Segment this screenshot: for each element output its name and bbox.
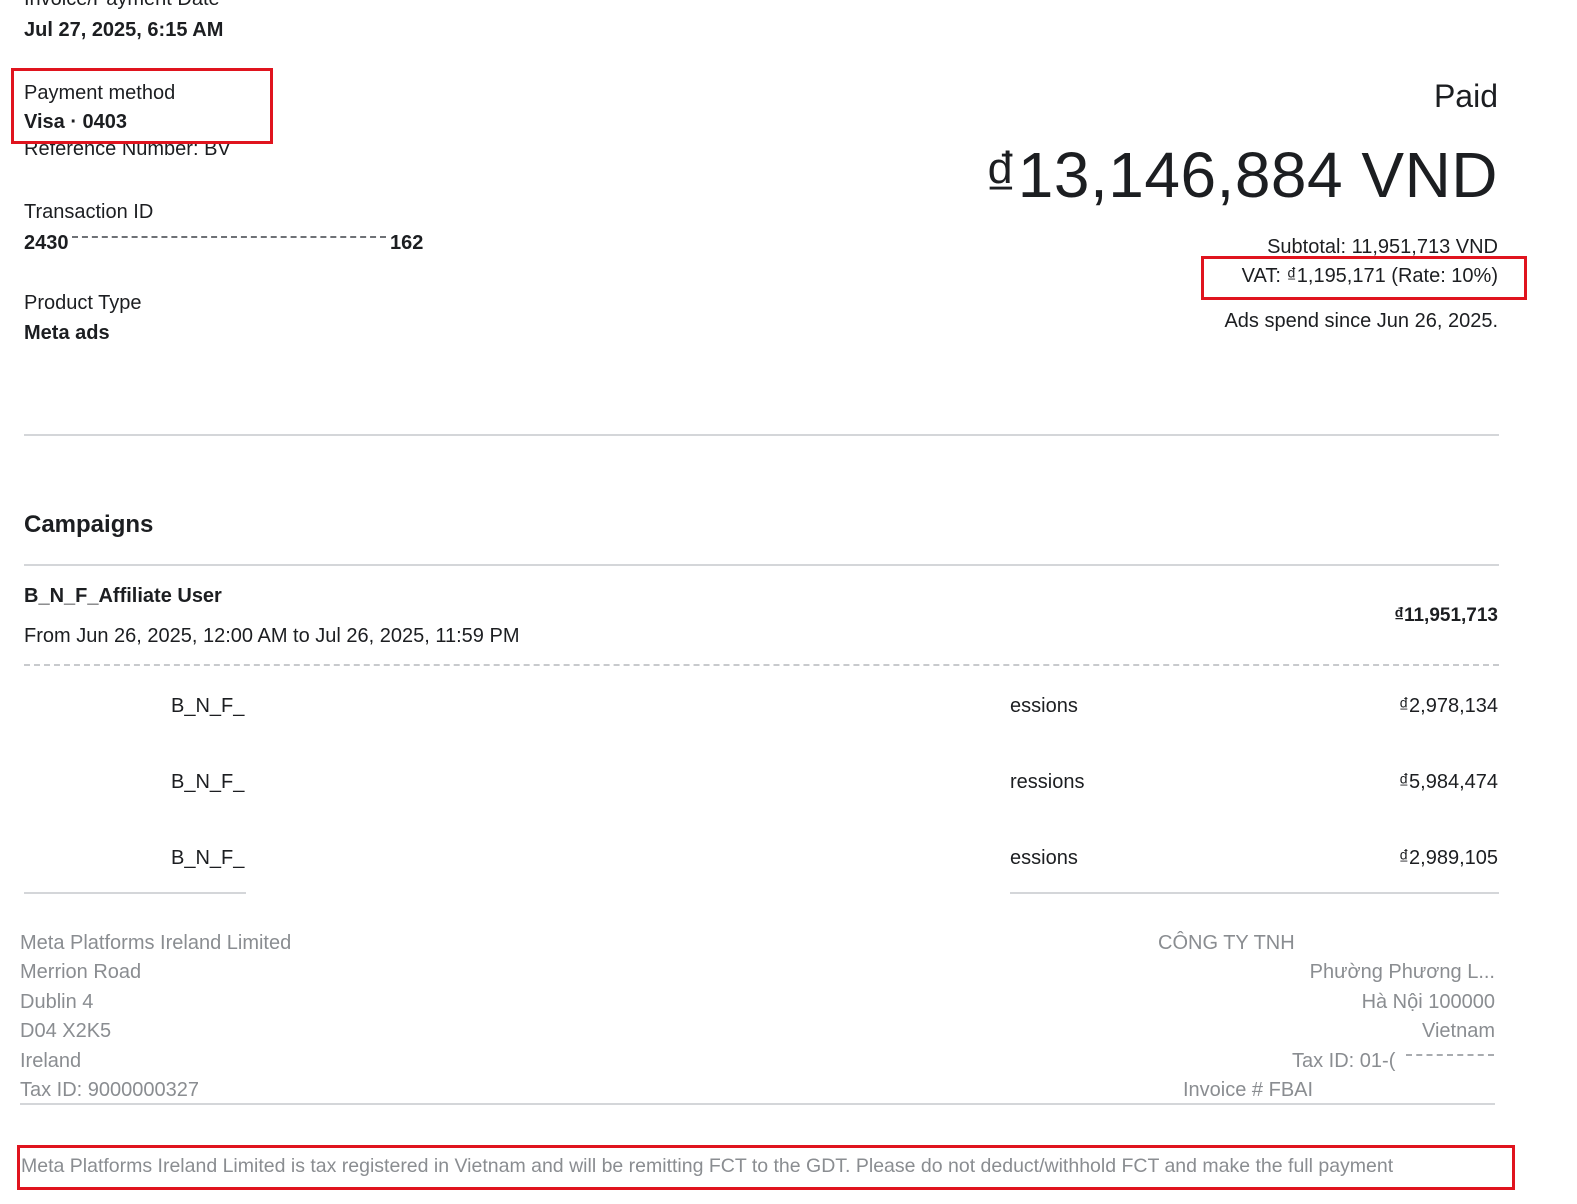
footer-divider — [20, 1103, 1495, 1105]
highlight-box-notice — [17, 1145, 1515, 1190]
ad-set-name: B_N_F_ — [171, 771, 245, 793]
highlight-box-payment-method — [11, 68, 273, 144]
campaign-name: B_N_F_Affiliate User — [24, 585, 222, 607]
campaigns-divider — [24, 564, 1499, 566]
ad-set-name: B_N_F_ — [171, 847, 245, 869]
campaign-period: From Jun 26, 2025, 12:00 AM to Jul 26, 2… — [24, 625, 520, 647]
ads-spend-note: Ads spend since Jun 26, 2025. — [1224, 310, 1498, 332]
buyer-line: Vietnam — [1421, 1020, 1495, 1042]
buyer-line: Tax ID: 01-( — [1292, 1050, 1396, 1072]
buyer-line: Phường Phương L... — [1309, 961, 1495, 983]
transaction-id-end: 162 — [390, 232, 424, 254]
reference-number: Reference Number: BV — [24, 141, 231, 161]
buyer-tax-redacted — [1406, 1054, 1494, 1056]
highlight-box-vat — [1201, 256, 1527, 300]
payment-status: Paid — [1433, 78, 1498, 114]
ad-set-amount: ₫5,984,474 — [1398, 771, 1498, 793]
section-divider — [24, 434, 1499, 436]
seller-line: Dublin 4 — [20, 991, 94, 1013]
product-type-value: Meta ads — [24, 322, 110, 344]
transaction-id-label: Transaction ID — [24, 201, 154, 223]
seller-line: Ireland — [20, 1050, 82, 1072]
ad-set-metric: ressions — [1010, 771, 1085, 793]
total-amount: ₫13,146,884 VND — [984, 139, 1498, 211]
rows-divider-right — [1010, 892, 1499, 894]
ad-set-metric: essions — [1010, 695, 1078, 717]
product-type-label: Product Type — [24, 292, 142, 314]
seller-line: Tax ID: 9000000327 — [20, 1079, 200, 1101]
ad-set-amount: ₫2,989,105 — [1398, 847, 1498, 869]
campaign-total: ₫11,951,713 — [1394, 605, 1498, 626]
subtotal: Subtotal: 11,951,713 VND — [1267, 236, 1498, 256]
buyer-line: Hà Nội 100000 — [1361, 991, 1495, 1013]
subtotal-text: Subtotal: 11,951,713 VND — [1267, 236, 1498, 256]
buyer-line: CÔNG TY TNH — [1158, 932, 1295, 954]
ad-set-amount: ₫2,978,134 — [1398, 695, 1498, 717]
invoice-date-value: Jul 27, 2025, 6:15 AM — [24, 19, 224, 41]
invoice-date-label: Invoice/Payment Date — [24, 0, 220, 11]
transaction-id-start: 2430 — [24, 232, 69, 254]
campaign-dashed-divider — [24, 664, 1499, 666]
ad-set-metric: essions — [1010, 847, 1078, 869]
rows-divider-left — [24, 892, 246, 894]
seller-line: Meta Platforms Ireland Limited — [20, 932, 292, 954]
campaigns-heading: Campaigns — [24, 511, 154, 538]
ad-set-name: B_N_F_ — [171, 695, 245, 717]
seller-line: D04 X2K5 — [20, 1020, 112, 1042]
transaction-id-redacted — [72, 236, 386, 242]
buyer-line: Invoice # FBAI — [1183, 1079, 1314, 1101]
seller-line: Merrion Road — [20, 961, 142, 983]
